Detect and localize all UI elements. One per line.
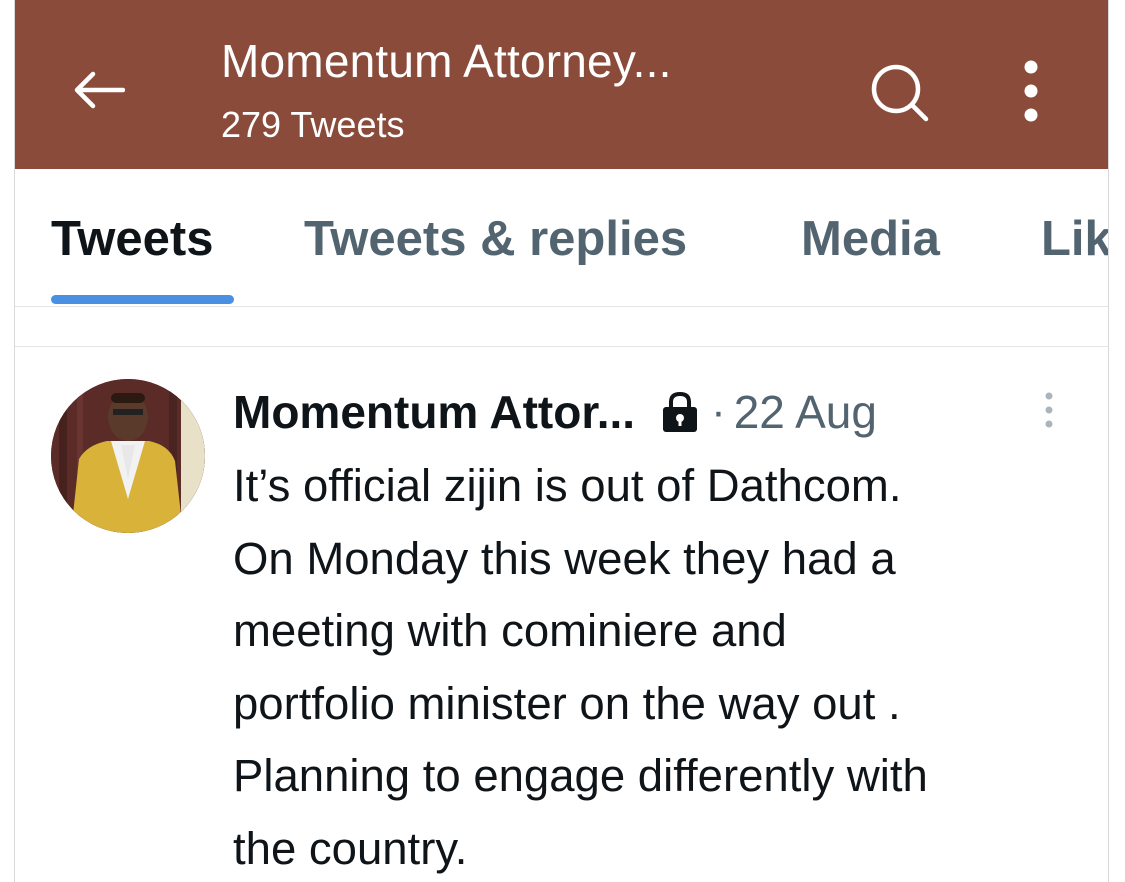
profile-title: Momentum Attorney... [221, 35, 672, 87]
profile-screen: Momentum Attorney... 279 Tweets Tweets T… [14, 0, 1109, 882]
search-icon [871, 64, 929, 122]
profile-tabs: Tweets Tweets & replies Media Lik [15, 169, 1108, 307]
tab-tweets-and-replies[interactable]: Tweets & replies [304, 211, 687, 267]
tweet-text-line: the country. [233, 822, 468, 874]
arrow-left-icon [74, 71, 125, 109]
profile-header: Momentum Attorney... 279 Tweets [15, 0, 1108, 169]
tweet-text-line: On Monday this week they had a [233, 532, 896, 584]
tweet-header: Momentum Attor... · 22 Aug [233, 381, 877, 443]
tab-tweets[interactable]: Tweets [51, 211, 213, 267]
tab-media[interactable]: Media [801, 211, 940, 267]
separator-dot: · [711, 387, 726, 436]
tweet-text-line: Planning to engage differently with [233, 750, 928, 801]
tweet-text-line: It’s official zijin is out of Dathcom. [233, 460, 902, 511]
tweet[interactable]: Momentum Attor... · 22 Aug It’s official… [15, 347, 1108, 882]
tweet-text-line: meeting with cominiere and [233, 605, 787, 656]
more-vertical-icon [1045, 392, 1053, 428]
tweet-text: It’s official zijin is out of Dathcom. O… [233, 450, 1093, 882]
back-button[interactable] [67, 60, 129, 120]
more-vertical-icon [1024, 60, 1038, 122]
tweet-date[interactable]: 22 Aug [734, 385, 877, 439]
lock-icon [663, 391, 698, 432]
avatar-image [51, 379, 205, 533]
more-options-button[interactable] [1011, 56, 1051, 126]
search-button[interactable] [867, 60, 933, 126]
tab-likes[interactable]: Lik [1041, 211, 1108, 267]
tweet-count: 279 Tweets [221, 104, 405, 145]
author-name[interactable]: Momentum Attor... [233, 385, 635, 439]
tweet-text-line: portfolio minister on the way out . [233, 677, 901, 729]
active-tab-indicator [51, 295, 234, 304]
avatar[interactable] [51, 379, 205, 533]
tweet-more-button[interactable] [1039, 387, 1059, 433]
